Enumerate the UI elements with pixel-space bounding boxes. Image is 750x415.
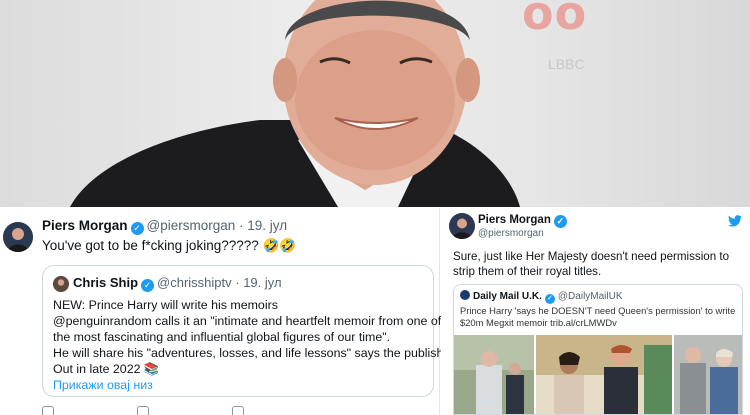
author-name-wrap: Piers Morgan ✓ [478, 214, 570, 228]
quoted-header: Daily Mail U.K. ✓ @DailyMailUK [460, 290, 623, 304]
daily-mail-logo-icon [460, 290, 470, 300]
tweet-date[interactable]: · 19. јул [239, 218, 287, 233]
verified-badge-icon: ✓ [544, 294, 555, 304]
left-tweet[interactable]: Piers Morgan ✓ @piersmorgan · 19. јул You'… [0, 208, 458, 415]
reply-icon[interactable] [42, 406, 54, 415]
quoted-date: · 19. јул [235, 275, 282, 290]
tweet-text: Sure, just like Her Majesty doesn't need… [453, 250, 730, 278]
quoted-header: Chris Ship ✓ @chrisshiptv · 19. јул [73, 275, 282, 292]
author-handle[interactable]: @piersmorgan [478, 228, 544, 239]
quoted-line: @penguinrandom calls it an "intimate and… [53, 314, 442, 328]
author-name[interactable]: Piers Morgan [478, 214, 551, 226]
quoted-line: Out in late 2022 📚 [53, 362, 160, 376]
quoted-avatar[interactable] [53, 276, 69, 292]
quoted-author-name: Daily Mail U.K. [473, 291, 542, 302]
avatar[interactable] [449, 213, 475, 239]
quoted-author-handle: @chrisshiptv [157, 275, 232, 290]
quoted-line: NEW: Prince Harry will write his memoirs [53, 298, 278, 312]
portrait-illustration [70, 0, 520, 207]
author-name[interactable]: Piers Morgan [42, 218, 128, 233]
verified-badge-icon: ✓ [130, 222, 144, 235]
verified-badge-icon: ✓ [141, 279, 155, 292]
quoted-images[interactable] [454, 335, 742, 414]
quoted-text: Prince Harry 'says he DOESN'T need Queen… [460, 305, 736, 328]
header-photo: oo LBBC [0, 0, 750, 207]
twitter-bird-icon[interactable] [728, 215, 742, 227]
tweet-actions [42, 406, 422, 415]
quoted-tweet[interactable]: Daily Mail U.K. ✓ @DailyMailUK Prince Harr… [453, 284, 743, 415]
avatar[interactable] [3, 222, 33, 252]
quoted-tweet[interactable]: Chris Ship ✓ @chrisshiptv · 19. јул NEW: P… [42, 265, 458, 397]
like-icon[interactable] [232, 406, 244, 415]
author-handle[interactable]: @piersmorgan [147, 218, 236, 233]
right-tweet[interactable]: Piers Morgan ✓ @piersmorgan Sure, just li… [441, 208, 750, 415]
retweet-icon[interactable] [137, 406, 149, 415]
quoted-author-name: Chris Ship [73, 275, 139, 290]
quoted-line: He will share his "adventures, losses, a… [53, 346, 458, 360]
quoted-author-handle: @DailyMailUK [557, 291, 623, 302]
show-thread-link[interactable]: Прикажи овај низ [53, 377, 433, 393]
quoted-text: NEW: Prince Harry will write his memoirs… [53, 297, 458, 393]
quoted-line: the most fascinating and influential glo… [53, 330, 391, 344]
tweet-header: Piers Morgan ✓ @piersmorgan · 19. јул [42, 218, 287, 235]
tweet-text: You've got to be f*cking joking????? 🤣🤣 [42, 238, 297, 253]
royal-family-photo-collage [454, 335, 742, 414]
verified-badge-icon: ✓ [553, 215, 567, 228]
